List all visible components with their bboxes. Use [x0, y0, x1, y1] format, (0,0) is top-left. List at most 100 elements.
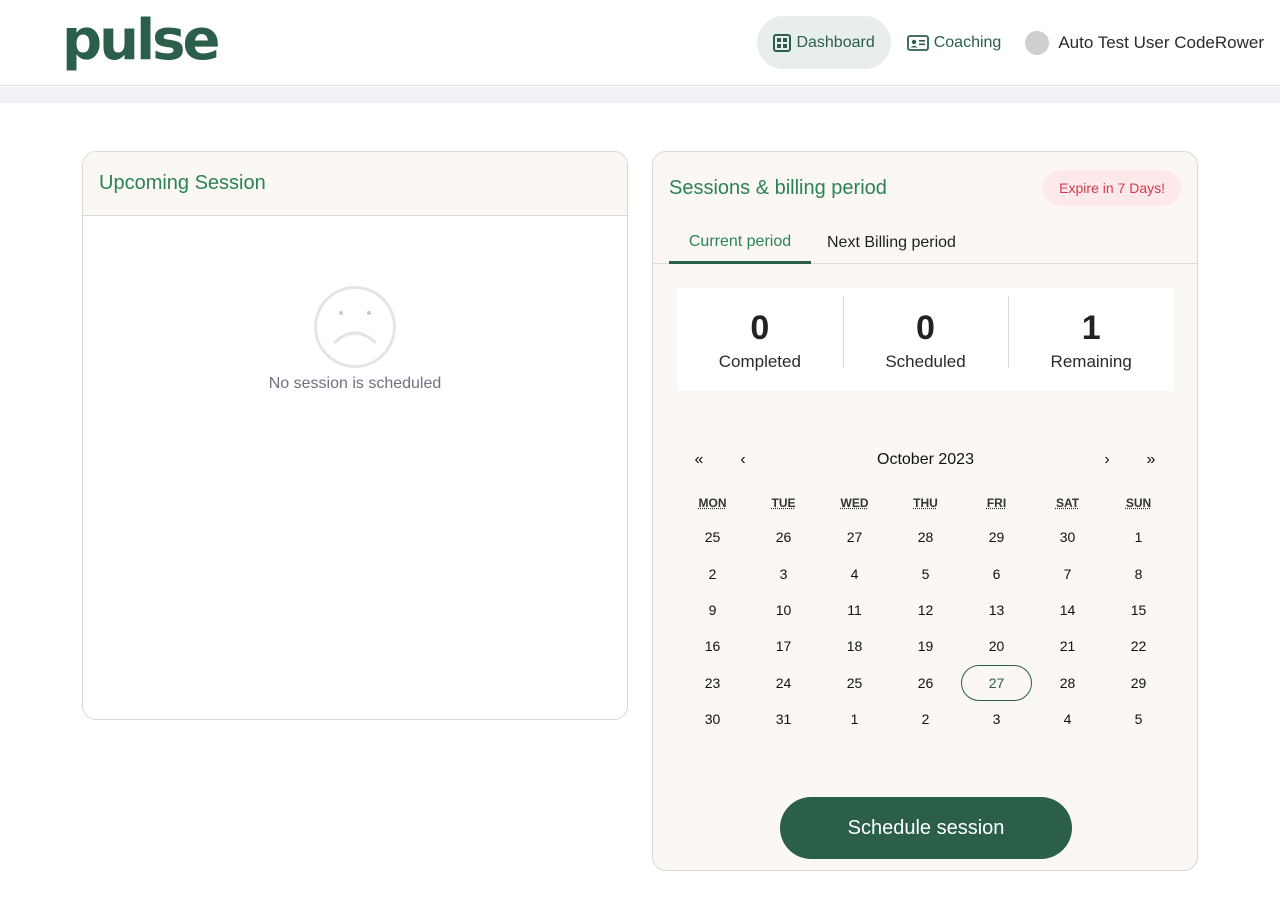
calendar-day[interactable]: 22 — [1103, 628, 1174, 664]
calendar-day[interactable]: 5 — [890, 555, 961, 591]
stat-remaining: 1 Remaining — [1008, 295, 1174, 372]
user-menu[interactable]: Auto Test User CodeRower — [1017, 30, 1264, 55]
nav-dashboard[interactable]: Dashboard — [757, 16, 891, 69]
top-nav: Dashboard Coaching Auto Test User CodeRo… — [757, 16, 1264, 69]
weekday-label: SUN — [1103, 496, 1174, 510]
calendar-day[interactable]: 13 — [961, 592, 1032, 628]
calendar: « ‹ October 2023 › » MON TUE WED THU FRI SAT S… — [677, 442, 1174, 727]
calendar-day[interactable]: 20 — [961, 628, 1032, 664]
calendar-navigation: « ‹ October 2023 › » — [677, 442, 1174, 478]
calendar-day[interactable]: 3 — [961, 701, 1032, 737]
calendar-day[interactable]: 11 — [819, 592, 890, 628]
calendar-day[interactable]: 28 — [890, 519, 961, 555]
prev-year-button[interactable]: « — [677, 442, 721, 478]
avatar — [1025, 30, 1050, 55]
weekday-abbr: SUN — [1125, 496, 1152, 510]
calendar-day[interactable]: 2 — [677, 555, 748, 591]
calendar-day[interactable]: 18 — [819, 628, 890, 664]
calendar-day[interactable]: 17 — [748, 628, 819, 664]
sad-face-icon — [314, 286, 396, 368]
weekday-abbr: WED — [840, 496, 869, 510]
weekday-label: FRI — [961, 496, 1032, 510]
header-subbar — [0, 87, 1280, 103]
sessions-billing-header: Sessions & billing period Expire in 7 Da… — [669, 170, 1181, 206]
weekday-abbr: THU — [913, 496, 938, 510]
empty-state: No session is scheduled — [83, 286, 627, 393]
weekday-label: TUE — [748, 496, 819, 510]
calendar-day[interactable]: 23 — [677, 665, 748, 701]
calendar-weekdays: MON TUE WED THU FRI SAT SUN — [677, 496, 1174, 510]
stat-label: Completed — [718, 351, 801, 371]
calendar-day[interactable]: 10 — [748, 592, 819, 628]
calendar-month-label[interactable]: October 2023 — [827, 442, 1024, 478]
dashboard-grid-icon — [773, 33, 792, 52]
calendar-day[interactable]: 26 — [890, 665, 961, 701]
weekday-abbr: TUE — [771, 496, 796, 510]
weekday-label: MON — [677, 496, 748, 510]
calendar-day[interactable]: 6 — [961, 555, 1032, 591]
nav-coaching[interactable]: Coaching — [891, 16, 1018, 69]
calendar-day[interactable]: 3 — [748, 555, 819, 591]
calendar-day[interactable]: 7 — [1032, 555, 1103, 591]
calendar-day[interactable]: 1 — [1103, 519, 1174, 555]
calendar-day[interactable]: 14 — [1032, 592, 1103, 628]
weekday-label: THU — [890, 496, 961, 510]
id-card-icon — [906, 34, 929, 51]
nav-dashboard-label: Dashboard — [796, 33, 875, 51]
empty-state-text: No session is scheduled — [268, 375, 442, 392]
schedule-session-button[interactable]: Schedule session — [780, 797, 1072, 859]
next-month-button[interactable]: › — [1085, 442, 1129, 478]
weekday-abbr: MON — [698, 496, 727, 510]
user-name: Auto Test User CodeRower — [1058, 32, 1264, 52]
weekday-label: WED — [819, 496, 890, 510]
upcoming-session-title: Upcoming Session — [99, 172, 266, 194]
nav-coaching-label: Coaching — [933, 33, 1002, 51]
calendar-day[interactable]: 28 — [1032, 665, 1103, 701]
prev-month-button[interactable]: ‹ — [721, 442, 765, 478]
next-year-button[interactable]: » — [1129, 442, 1173, 478]
weekday-label: SAT — [1032, 496, 1103, 510]
calendar-days: 25 26 27 28 29 30 1 2 3 4 5 6 7 8 9 10 11 12 13 14 15 16 17 18 1… — [677, 519, 1174, 737]
top-header: pulse Dashboard Coaching Auto Test User … — [0, 0, 1280, 86]
calendar-day[interactable]: 9 — [677, 592, 748, 628]
stat-label: Scheduled — [885, 351, 966, 371]
calendar-day[interactable]: 19 — [890, 628, 961, 664]
calendar-day[interactable]: 16 — [677, 628, 748, 664]
calendar-day[interactable]: 8 — [1103, 555, 1174, 591]
session-stats: 0 Completed 0 Scheduled 1 Remaining — [677, 288, 1174, 391]
calendar-day[interactable]: 1 — [819, 701, 890, 737]
weekday-abbr: FRI — [986, 496, 1007, 510]
calendar-day[interactable]: 5 — [1103, 701, 1174, 737]
calendar-day[interactable]: 21 — [1032, 628, 1103, 664]
calendar-day[interactable]: 24 — [748, 665, 819, 701]
calendar-day[interactable]: 15 — [1103, 592, 1174, 628]
calendar-day[interactable]: 31 — [748, 701, 819, 737]
calendar-day[interactable]: 25 — [819, 665, 890, 701]
billing-tabs: Current period Next Billing period — [653, 222, 1197, 264]
calendar-day[interactable]: 29 — [1103, 665, 1174, 701]
calendar-day[interactable]: 4 — [819, 555, 890, 591]
stat-value: 1 — [1081, 308, 1101, 347]
stat-value: 0 — [916, 308, 935, 347]
calendar-day[interactable]: 30 — [1032, 519, 1103, 555]
tab-next-billing-period[interactable]: Next Billing period — [827, 222, 956, 264]
stat-completed: 0 Completed — [677, 308, 843, 372]
calendar-day[interactable]: 2 — [890, 701, 961, 737]
pulse-logo[interactable]: pulse — [62, 6, 220, 76]
weekday-abbr: SAT — [1055, 496, 1080, 510]
tab-current-period[interactable]: Current period — [669, 222, 811, 264]
calendar-day[interactable]: 12 — [890, 592, 961, 628]
calendar-day-today[interactable]: 27 — [961, 664, 1032, 701]
calendar-day[interactable]: 27 — [819, 519, 890, 555]
calendar-day[interactable]: 4 — [1032, 701, 1103, 737]
stat-label: Remaining — [1050, 351, 1132, 371]
sessions-billing-title: Sessions & billing period — [669, 176, 887, 199]
upcoming-session-header: Upcoming Session — [83, 152, 627, 216]
calendar-day[interactable]: 25 — [677, 519, 748, 555]
calendar-day[interactable]: 26 — [748, 519, 819, 555]
stat-scheduled: 0 Scheduled — [842, 295, 1009, 372]
expiry-badge: Expire in 7 Days! — [1043, 170, 1181, 206]
calendar-day[interactable]: 30 — [677, 701, 748, 737]
stat-value: 0 — [750, 308, 770, 347]
calendar-day[interactable]: 29 — [961, 519, 1032, 555]
